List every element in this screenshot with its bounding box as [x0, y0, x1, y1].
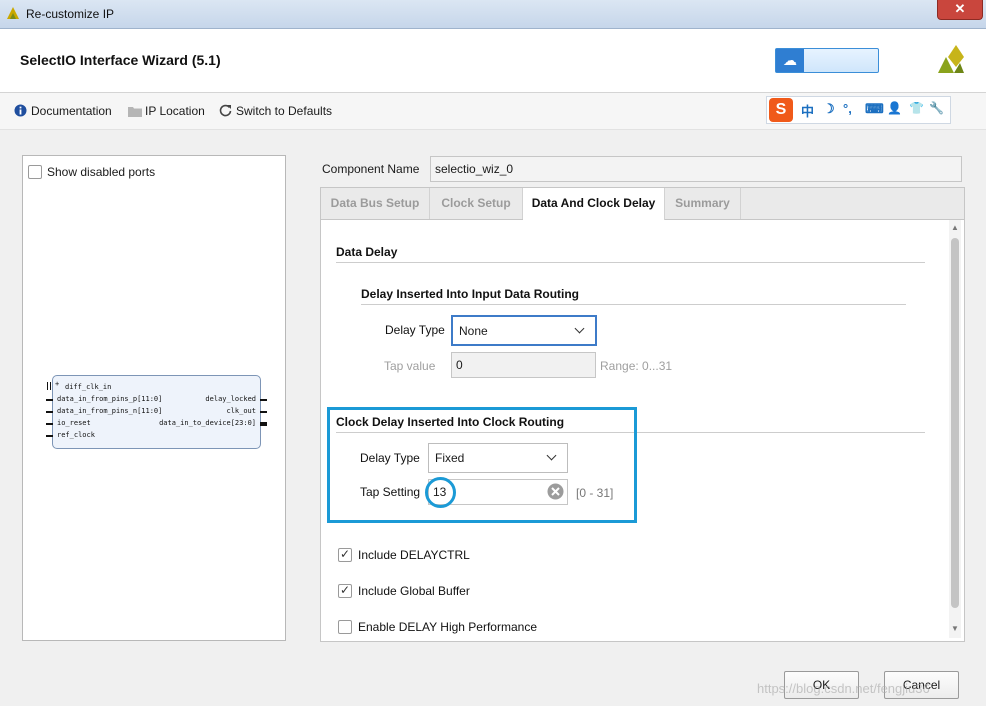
data-delay-type-select[interactable]: None: [451, 315, 597, 346]
enable-delay-high-performance-checkbox[interactable]: [338, 620, 352, 634]
ip-symbol-panel: Show disabled ports + diff_clk_in data_i…: [22, 155, 286, 641]
include-delayctrl-label: Include DELAYCTRL: [358, 548, 470, 562]
enable-delay-high-performance-label: Enable DELAY High Performance: [358, 620, 537, 634]
switch-to-defaults-label: Switch to Defaults: [236, 104, 333, 118]
port-right: data_in_to_device[23:0]: [159, 419, 256, 427]
expand-port-icon: +: [55, 380, 60, 388]
pin: [46, 411, 53, 413]
port-right: delay_locked: [205, 395, 256, 403]
scroll-thumb[interactable]: [951, 238, 959, 608]
data-delay-type-label: Delay Type: [385, 323, 445, 337]
chinese-mode-icon[interactable]: 中: [801, 101, 814, 120]
pin: [46, 435, 53, 437]
include-delayctrl-checkbox[interactable]: [338, 547, 352, 562]
data-delay-type-value: None: [459, 324, 488, 338]
watermark-text: https://blog.csdn.net/fengjiu36: [757, 681, 930, 696]
data-delay-title: Data Delay: [336, 245, 398, 259]
tap-value-field: 0: [451, 352, 596, 378]
punctuation-icon[interactable]: °,: [843, 101, 852, 116]
moon-icon[interactable]: ☽: [823, 101, 835, 117]
close-button[interactable]: ✕: [937, 0, 983, 20]
ime-status-widget[interactable]: ☁: [775, 48, 879, 73]
documentation-menu[interactable]: Documentation: [14, 104, 112, 118]
tab-data-bus-setup[interactable]: Data Bus Setup: [321, 188, 430, 219]
component-name-value: selectio_wiz_0: [435, 162, 514, 176]
include-global-buffer-checkbox[interactable]: [338, 583, 352, 598]
settings-wrench-icon[interactable]: 🔧: [929, 101, 944, 115]
tap-value-label: Tap value: [384, 359, 436, 373]
show-disabled-ports-checkbox[interactable]: [28, 165, 42, 179]
tap-value-range: Range: 0...31: [600, 359, 673, 373]
tab-data-and-clock-delay[interactable]: Data And Clock Delay: [523, 188, 665, 220]
port-left: io_reset: [57, 419, 91, 427]
title-bar: Re-customize IP ✕: [0, 0, 986, 29]
switch-to-defaults-button[interactable]: Switch to Defaults: [219, 104, 332, 118]
pin: [260, 422, 267, 426]
user-icon[interactable]: 👤: [887, 101, 902, 115]
documentation-label: Documentation: [31, 104, 112, 118]
ip-location-label: IP Location: [145, 104, 205, 118]
pin: [46, 399, 53, 401]
ip-block-symbol: + diff_clk_in data_in_from_pins_p[11:0] …: [46, 375, 267, 449]
tab-clock-setup[interactable]: Clock Setup: [430, 188, 523, 219]
ime-toolbar: S 中 ☽ °, ⌨ 👤 👕 🔧: [766, 96, 951, 124]
port-left: data_in_from_pins_p[11:0]: [57, 395, 163, 403]
pin: [46, 423, 53, 425]
window-title: Re-customize IP: [26, 7, 115, 21]
port-left: diff_clk_in: [65, 383, 112, 391]
ime-cloud-icon: ☁: [776, 49, 804, 72]
component-name-label: Component Name: [322, 162, 420, 176]
component-name-field[interactable]: selectio_wiz_0: [430, 156, 962, 182]
pin: [260, 411, 267, 413]
scroll-down-icon[interactable]: ▼: [951, 624, 959, 633]
ip-location-button[interactable]: IP Location: [128, 104, 205, 118]
vertical-scrollbar[interactable]: ▲ ▼: [949, 220, 961, 638]
port-left: ref_clock: [57, 431, 95, 439]
divider: [336, 262, 925, 263]
pin: [260, 399, 267, 401]
sogou-icon[interactable]: S: [769, 98, 793, 122]
tab-strip: Data Bus Setup Clock Setup Data And Cloc…: [321, 188, 964, 220]
show-disabled-ports-label: Show disabled ports: [47, 165, 156, 179]
toolbar: Documentation IP Location Switch to Defa…: [0, 93, 986, 130]
wizard-header: SelectIO Interface Wizard (5.1) ☁: [0, 29, 986, 93]
highlight-circle: [425, 477, 456, 508]
folder-icon: [128, 105, 142, 118]
port-right: clk_out: [226, 407, 256, 415]
vivado-logo-icon: [7, 7, 19, 19]
scroll-up-icon[interactable]: ▲: [951, 223, 959, 232]
keyboard-icon[interactable]: ⌨: [865, 101, 884, 117]
refresh-icon: [219, 104, 232, 117]
info-icon: [14, 104, 27, 117]
port-left: data_in_from_pins_n[11:0]: [57, 407, 163, 415]
tap-value-text: 0: [456, 358, 463, 372]
wizard-title: SelectIO Interface Wizard (5.1): [20, 52, 221, 68]
diff-pin-marker: [47, 382, 51, 390]
chevron-down-icon: [574, 323, 585, 334]
xilinx-logo-icon: [938, 45, 964, 73]
highlight-box: [327, 407, 637, 523]
input-data-routing-title: Delay Inserted Into Input Data Routing: [361, 287, 580, 301]
include-global-buffer-label: Include Global Buffer: [358, 584, 470, 598]
tab-summary[interactable]: Summary: [665, 188, 741, 219]
config-tab-panel: Data Bus Setup Clock Setup Data And Cloc…: [320, 187, 965, 642]
divider: [361, 304, 906, 305]
skin-icon[interactable]: 👕: [909, 101, 924, 115]
